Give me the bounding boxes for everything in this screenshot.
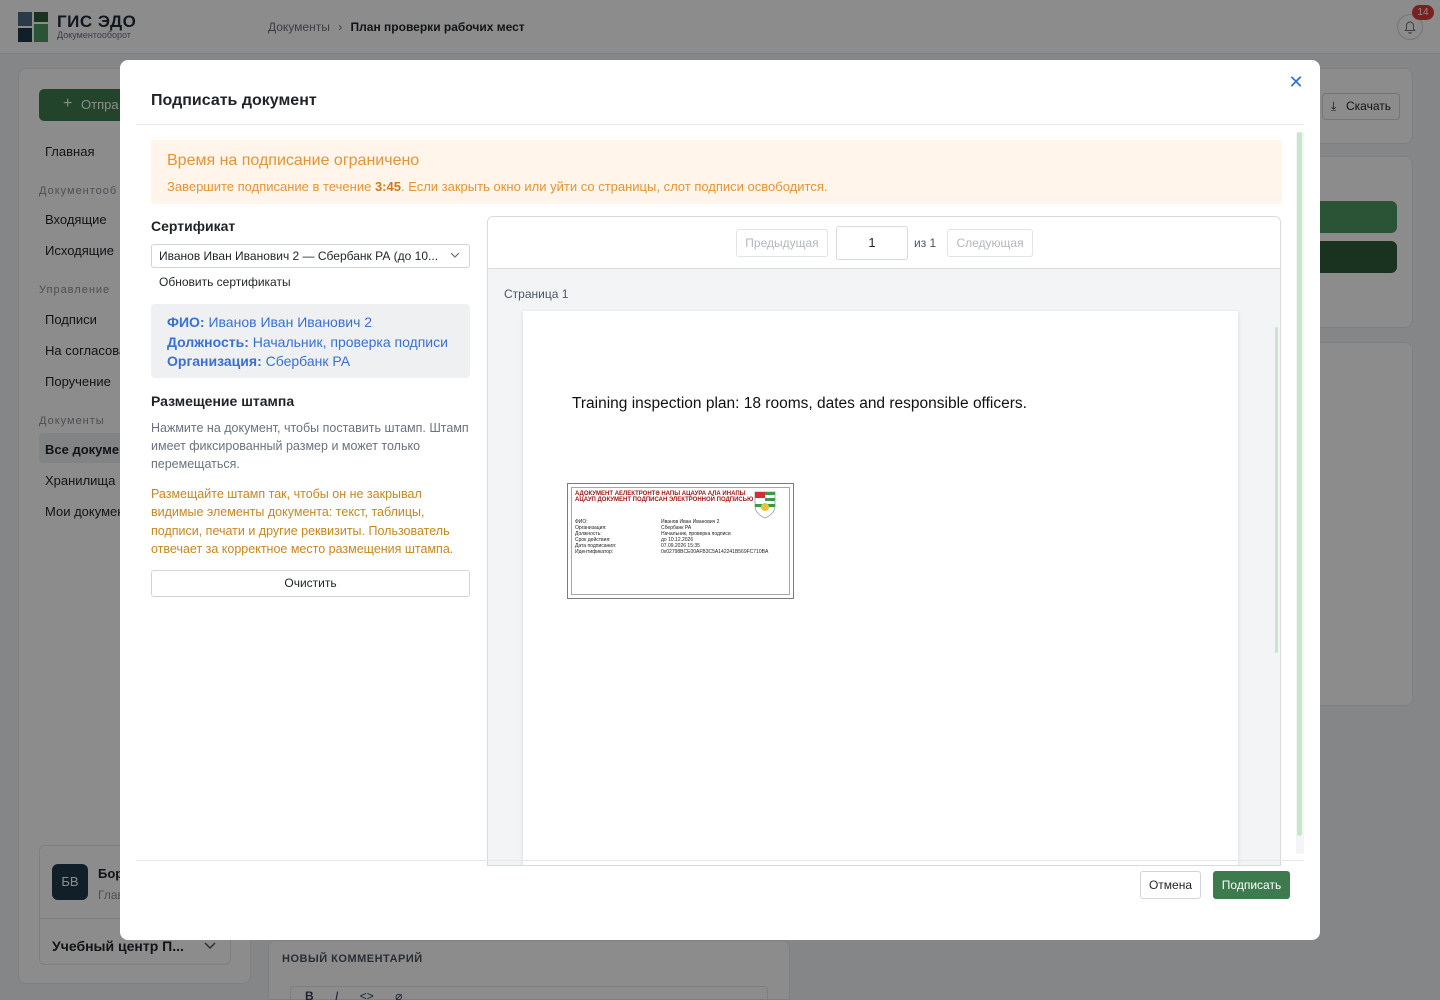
page-number-input[interactable]: 1 xyxy=(836,226,908,260)
document-text: Training inspection plan: 18 rooms, date… xyxy=(572,395,1027,412)
viewer-scrollbar[interactable] xyxy=(1275,327,1278,653)
cert-fio: Иванов Иван Иванович 2 xyxy=(208,314,373,330)
stamp-header: АДОКУМЕНТ АЕЛЕКТРОНТӘ НАПЫ АЦАУРА АЛА ИН… xyxy=(575,491,754,504)
page-count: из 1 xyxy=(914,236,937,250)
countdown-timer: 3:45 xyxy=(374,179,401,194)
signature-stamp[interactable]: АДОКУМЕНТ АЕЛЕКТРОНТӘ НАПЫ АЦАУРА АЛА ИН… xyxy=(567,483,794,599)
next-page-button[interactable]: Следующая xyxy=(947,229,1033,257)
cancel-button[interactable]: Отмена xyxy=(1140,871,1201,899)
dialog-title: Подписать документ xyxy=(151,92,317,109)
stamp-section-title: Размещение штампа xyxy=(151,393,295,409)
certificate-section-title: Сертификат xyxy=(151,218,236,234)
certificate-info: ФИО: Иванов Иван Иванович 2 Должность: Н… xyxy=(151,304,470,378)
stamp-details: ФИО: Иванов Иван Иванович 2 Организация: С… xyxy=(575,519,769,555)
document-page[interactable]: Training inspection plan: 18 rooms, date… xyxy=(523,311,1238,865)
chevron-down-icon xyxy=(450,252,460,258)
cert-position: Начальник, проверка подписи xyxy=(252,333,448,350)
time-limit-alert: Время на подписание ограничено Завершите… xyxy=(151,140,1282,204)
divider xyxy=(136,124,1304,125)
sign-button[interactable]: Подписать xyxy=(1213,871,1290,899)
refresh-certificates-button[interactable]: Обновить сертификаты xyxy=(159,275,291,289)
page-caption: Страница 1 xyxy=(504,287,569,301)
alert-title: Время на подписание ограничено xyxy=(167,152,420,169)
pagination-bar: Предыдущая 1 из 1 Следующая xyxy=(488,217,1280,269)
stamp-hint: Нажмите на документ, чтобы поставить шта… xyxy=(151,421,469,472)
stamp-warning: Размещайте штамп так, чтобы он не закрыв… xyxy=(151,487,454,556)
emblem-icon xyxy=(754,491,776,519)
clear-stamp-button[interactable]: Очистить xyxy=(151,570,470,597)
cert-organization: Сбербанк РА xyxy=(265,353,351,369)
certificate-select[interactable]: Иванов Иван Иванович 2 — Сбербанк РА (до… xyxy=(151,244,470,268)
close-icon[interactable]: ✕ xyxy=(1288,73,1304,91)
document-viewer: Предыдущая 1 из 1 Следующая Страница 1 T… xyxy=(487,216,1281,866)
alert-text: Завершите подписание в течение 3:45. Есл… xyxy=(167,179,828,194)
divider xyxy=(136,860,1304,861)
sign-document-dialog: Подписать документ ✕ Время на подписание… xyxy=(120,60,1320,940)
pages-area: Страница 1 Training inspection plan: 18 … xyxy=(488,269,1280,865)
dialog-scrollbar[interactable] xyxy=(1297,132,1302,836)
previous-page-button[interactable]: Предыдущая xyxy=(736,229,828,257)
